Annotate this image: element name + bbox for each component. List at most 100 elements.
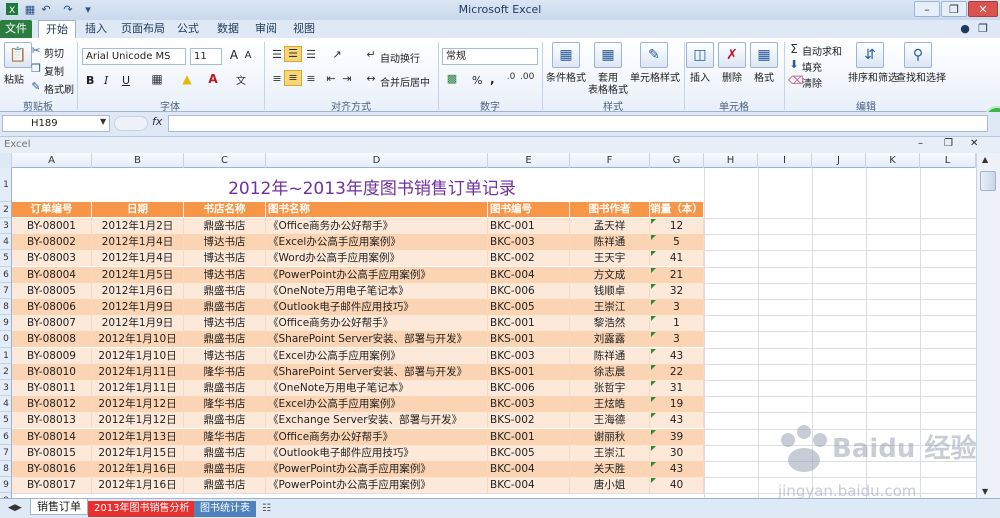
- fill-icon[interactable]: ⬇: [788, 58, 800, 71]
- table-cell[interactable]: 黎浩然: [570, 315, 650, 332]
- table-cell[interactable]: 40: [650, 477, 704, 494]
- table-cell[interactable]: BKC-004: [488, 266, 570, 283]
- table-cell[interactable]: BY-08015: [12, 444, 92, 461]
- align-middle-icon[interactable]: ☰: [284, 46, 302, 62]
- row-header[interactable]: 7: [0, 283, 11, 299]
- table-cell[interactable]: 2012年1月10日: [92, 347, 184, 364]
- tab-review[interactable]: 审阅: [252, 20, 280, 38]
- table-cell[interactable]: 21: [650, 266, 704, 283]
- number-format-select[interactable]: 常规: [442, 48, 538, 65]
- table-cell[interactable]: 唐小姐: [570, 477, 650, 494]
- select-all-corner[interactable]: [0, 153, 12, 168]
- table-cell[interactable]: BY-08010: [12, 363, 92, 380]
- table-cell[interactable]: 2012年1月12日: [92, 412, 184, 429]
- name-box[interactable]: H189: [2, 115, 110, 132]
- formula-bar-resize-handle[interactable]: [114, 116, 148, 131]
- copy-icon[interactable]: ❐: [30, 62, 42, 75]
- table-cell[interactable]: 谢丽秋: [570, 428, 650, 445]
- table-cell[interactable]: 2012年1月9日: [92, 299, 184, 315]
- workbook-restore-icon[interactable]: ❐: [944, 138, 953, 149]
- find-select-button[interactable]: 查找和选择: [896, 69, 946, 84]
- table-cell[interactable]: 3: [650, 331, 704, 348]
- align-right-icon[interactable]: ≡: [304, 72, 318, 85]
- table-cell[interactable]: 19: [650, 396, 704, 413]
- insert-sheet-icon[interactable]: ☷: [256, 501, 277, 517]
- table-cell[interactable]: 《Word办公高手应用案例》: [266, 250, 488, 267]
- table-cell[interactable]: BY-08007: [12, 315, 92, 332]
- decrease-indent-icon[interactable]: ⇤: [324, 72, 338, 85]
- table-cell[interactable]: 鼎盛书店: [184, 218, 266, 234]
- minimize-button[interactable]: –: [914, 1, 940, 17]
- sheet-nav-icon[interactable]: ◀▶: [2, 500, 28, 516]
- column-header[interactable]: H: [704, 153, 758, 168]
- table-cell[interactable]: BY-08004: [12, 266, 92, 283]
- table-cell[interactable]: BKC-003: [488, 234, 570, 251]
- table-cell[interactable]: BY-08003: [12, 250, 92, 267]
- column-header[interactable]: F: [570, 153, 650, 168]
- row-header[interactable]: 3: [0, 218, 11, 235]
- table-cell[interactable]: 鼎盛书店: [184, 477, 266, 494]
- help-icon[interactable]: ●: [958, 20, 972, 38]
- percent-button[interactable]: %: [472, 74, 482, 87]
- format-as-table-line2[interactable]: 表格格式: [588, 81, 628, 96]
- table-cell[interactable]: 《OneNote万用电子笔记本》: [266, 380, 488, 396]
- table-cell[interactable]: 鼎盛书店: [184, 444, 266, 461]
- format-painter-button[interactable]: 格式刷: [44, 81, 74, 96]
- workbook-minimize-icon[interactable]: –: [918, 138, 923, 149]
- table-header-cell[interactable]: 订单编号: [12, 202, 92, 217]
- align-center-icon[interactable]: ≡: [284, 70, 302, 86]
- table-cell[interactable]: 2012年1月16日: [92, 461, 184, 477]
- sort-filter-icon[interactable]: ⇵: [856, 42, 884, 68]
- table-cell[interactable]: 王炫皓: [570, 396, 650, 413]
- tab-insert[interactable]: 插入: [82, 20, 110, 38]
- table-cell[interactable]: BY-08006: [12, 299, 92, 315]
- cut-icon[interactable]: ✂: [30, 44, 42, 57]
- table-cell[interactable]: BY-08014: [12, 428, 92, 445]
- table-cell[interactable]: BY-08008: [12, 331, 92, 348]
- table-header-cell[interactable]: 书店名称: [184, 202, 266, 217]
- table-cell[interactable]: BKS-001: [488, 331, 570, 348]
- table-cell[interactable]: 2012年1月12日: [92, 396, 184, 413]
- italic-button[interactable]: I: [104, 74, 108, 87]
- table-cell[interactable]: BY-08009: [12, 347, 92, 364]
- tab-data[interactable]: 数据: [214, 20, 242, 38]
- align-top-icon[interactable]: ☰: [270, 48, 284, 61]
- table-header-cell[interactable]: 图书名称: [266, 202, 488, 217]
- table-cell[interactable]: 2012年1月11日: [92, 380, 184, 396]
- table-cell[interactable]: 鼎盛书店: [184, 331, 266, 348]
- row-header[interactable]: 2: [0, 202, 11, 218]
- row-header[interactable]: 8: [0, 461, 11, 478]
- table-cell[interactable]: 2012年1月11日: [92, 363, 184, 380]
- tab-file[interactable]: 文件: [0, 20, 32, 38]
- restore-button[interactable]: ❐: [941, 1, 967, 17]
- table-cell[interactable]: 《Exchange Server安装、部署与开发》: [266, 412, 488, 429]
- insert-function-icon[interactable]: fx: [152, 115, 168, 132]
- table-cell[interactable]: BY-08001: [12, 218, 92, 234]
- formula-input[interactable]: [168, 115, 988, 132]
- phonetic-icon[interactable]: 文: [234, 72, 248, 87]
- fill-color-icon[interactable]: ▲: [180, 72, 194, 86]
- insert-cells-button[interactable]: 插入: [690, 69, 710, 84]
- table-cell[interactable]: 陈祥通: [570, 347, 650, 364]
- table-cell[interactable]: 博达书店: [184, 315, 266, 332]
- row-header[interactable]: 1: [0, 168, 11, 202]
- table-cell[interactable]: 《PowerPoint办公高手应用案例》: [266, 461, 488, 477]
- table-cell[interactable]: 鼎盛书店: [184, 299, 266, 315]
- clear-button[interactable]: 清除: [802, 75, 822, 90]
- table-cell[interactable]: 《Office商务办公好帮手》: [266, 428, 488, 445]
- table-cell[interactable]: BKC-004: [488, 477, 570, 494]
- table-cell[interactable]: BY-08002: [12, 234, 92, 251]
- table-cell[interactable]: 3: [650, 299, 704, 315]
- format-painter-icon[interactable]: ✎: [30, 80, 42, 93]
- find-select-icon[interactable]: ⚲: [904, 42, 932, 68]
- table-cell[interactable]: 隆华书店: [184, 396, 266, 413]
- table-cell[interactable]: 2012年1月13日: [92, 428, 184, 445]
- font-name-select[interactable]: Arial Unicode MS: [82, 48, 186, 65]
- comma-button[interactable]: ,: [490, 72, 495, 86]
- sort-filter-button[interactable]: 排序和筛选: [848, 69, 898, 84]
- table-cell[interactable]: 陈祥通: [570, 234, 650, 251]
- table-cell[interactable]: 博达书店: [184, 266, 266, 283]
- table-cell[interactable]: 隆华书店: [184, 363, 266, 380]
- table-cell[interactable]: 《PowerPoint办公高手应用案例》: [266, 266, 488, 283]
- row-header[interactable]: 0: [0, 331, 11, 348]
